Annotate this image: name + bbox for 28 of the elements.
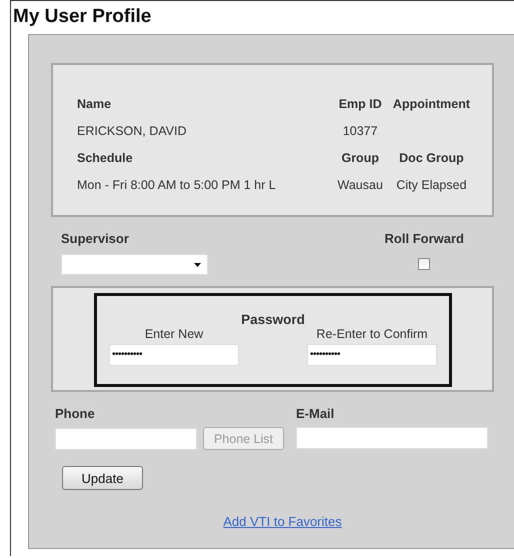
password-field[interactable]: ••••••••••: [307, 344, 437, 366]
column-label: Group: [340, 150, 380, 167]
field-value: Wausau: [338, 177, 383, 194]
supervisor-dropdown[interactable]: [61, 254, 208, 275]
password-label: Enter New: [144, 327, 204, 341]
email-field[interactable]: [296, 427, 488, 449]
field-value: Mon - Fri 8:00 AM to 5:00 PM 1 hr L: [77, 177, 277, 194]
column-label: Appointment: [392, 96, 470, 113]
column-label: Emp ID: [338, 96, 383, 113]
page-title: My User Profile: [12, 5, 152, 28]
field-value: City Elapsed: [395, 177, 468, 194]
roll-forward-checkbox[interactable]: [418, 258, 430, 270]
favorites-link[interactable]: Add VTI to Favorites: [223, 514, 342, 529]
phone-label: Phone: [55, 406, 96, 421]
caret-icon: [194, 262, 201, 266]
email-label: E-Mail: [296, 406, 336, 421]
password-label: Re-Enter to Confirm: [316, 327, 428, 341]
password-field[interactable]: ••••••••••: [109, 344, 239, 366]
column-label: Name: [77, 96, 112, 113]
phone-field[interactable]: [55, 428, 197, 450]
field-value: 10377: [342, 123, 379, 140]
column-label: Doc Group: [398, 150, 465, 167]
column-label: Schedule: [77, 150, 134, 167]
password-heading: Password: [241, 312, 305, 327]
supervisor-label: Supervisor: [61, 231, 130, 246]
roll-forward-label: Roll Forward: [384, 231, 464, 246]
field-value: ERICKSON, DAVID: [77, 123, 188, 140]
update-button[interactable]: Update: [62, 466, 143, 490]
